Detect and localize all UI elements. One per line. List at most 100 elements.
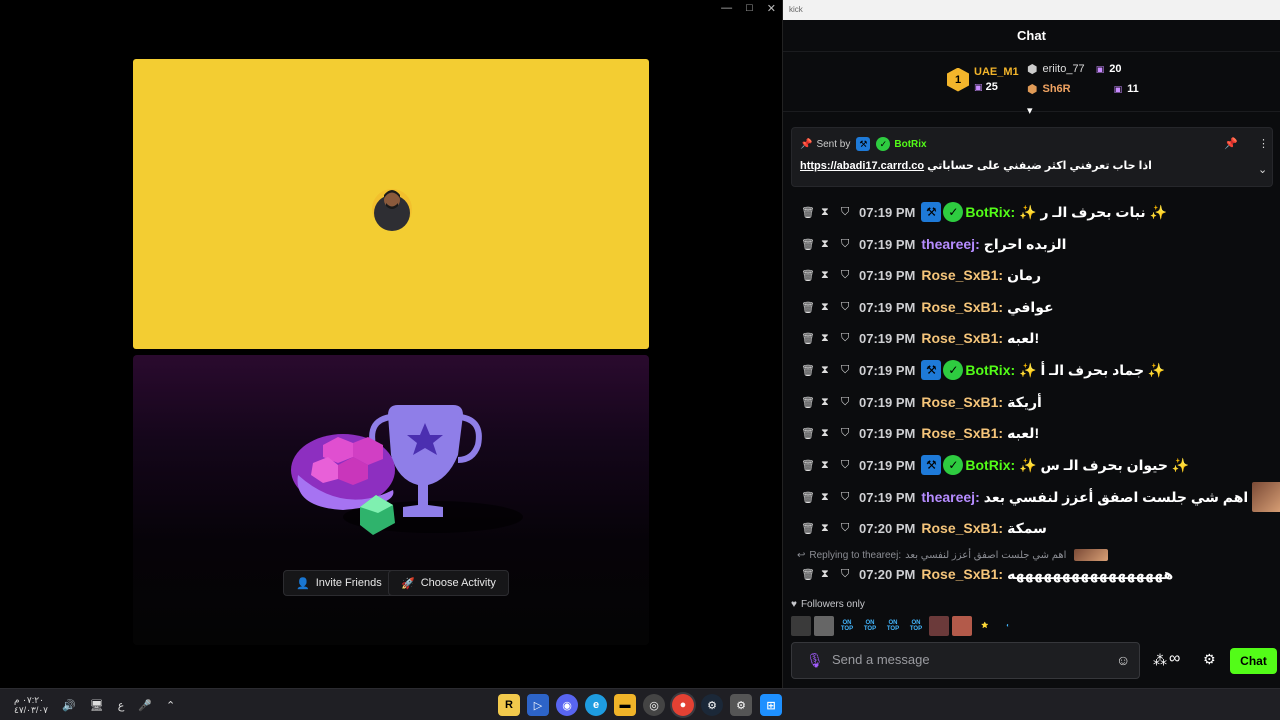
message-username[interactable]: BotRix: <box>965 204 1015 220</box>
close-icon[interactable]: ✕ <box>767 2 776 15</box>
message-username[interactable]: Rose_SxB1: <box>921 394 1003 410</box>
message-username[interactable]: Rose_SxB1: <box>921 267 1003 283</box>
timeout-icon[interactable]: ⧗ <box>821 522 841 535</box>
clock[interactable]: ٠٧:٢٠ م ٤٧/٠٣/٠٧ <box>14 695 48 715</box>
points-icon[interactable]: ⁂ <box>1153 652 1167 669</box>
timeout-icon[interactable]: ⧗ <box>821 206 841 219</box>
file-explorer-icon[interactable]: ▬ <box>614 694 636 716</box>
timeout-icon[interactable]: ⧗ <box>821 238 841 251</box>
delete-icon[interactable]: 🗑 <box>801 491 821 504</box>
timeout-icon[interactable]: ⧗ <box>821 568 841 581</box>
leaderboard-second[interactable]: ⬢ eriito_77 ▣ 20 <box>1027 62 1121 76</box>
chat-message-row[interactable]: 🗑 ⧗ ⛉ 07:19 PM ⚒ ✓ BotRix: ✨ نبات بحرف الـ ر ✨ <box>801 200 1167 224</box>
quick-emote[interactable]: ON TOP <box>837 616 857 636</box>
quick-emote[interactable]: ON TOP <box>860 616 880 636</box>
quick-emote[interactable]: ON TOP <box>883 616 903 636</box>
delete-icon[interactable]: 🗑 <box>801 269 821 282</box>
microphone-icon[interactable]: 🎙 <box>806 652 824 669</box>
pinned-sender-name[interactable]: BotRix <box>894 139 926 150</box>
quick-emote[interactable] <box>929 616 949 636</box>
choose-activity-button[interactable]: 🚀 Choose Activity <box>388 570 509 596</box>
edge-app-icon[interactable]: e <box>585 694 607 716</box>
volume-icon[interactable]: 🔊 <box>62 699 76 712</box>
chat-message-row[interactable]: 🗑 ⧗ ⛉ 07:19 PM Rose_SxB1: رمان <box>801 263 1041 287</box>
gear-icon[interactable]: ⚙ <box>1203 651 1216 668</box>
emoji-icon[interactable]: ☺ <box>1116 652 1130 668</box>
microphone-icon[interactable]: 🎤 <box>138 699 152 712</box>
shield-icon[interactable]: ⛉ <box>841 568 855 581</box>
windows-start-icon[interactable]: ⊞ <box>760 694 782 716</box>
chat-message-row[interactable]: 🗑 ⧗ ⛉ 07:19 PM Rose_SxB1: عوافي <box>801 295 1054 319</box>
steam-app-icon[interactable]: ⚙ <box>701 694 723 716</box>
language-indicator[interactable]: ع <box>118 699 125 712</box>
chevron-down-icon[interactable]: ⌄ <box>1258 163 1267 176</box>
quick-emote[interactable]: ON TOP <box>906 616 926 636</box>
shield-icon[interactable]: ⛉ <box>841 269 855 282</box>
message-username[interactable]: Rose_SxB1: <box>921 520 1003 536</box>
shield-icon[interactable]: ⛉ <box>841 301 855 314</box>
timeout-icon[interactable]: ⧗ <box>821 396 841 409</box>
settings-app-icon[interactable]: ⚙ <box>730 694 752 716</box>
message-username[interactable]: BotRix: <box>965 457 1015 473</box>
shield-icon[interactable]: ⛉ <box>841 206 855 219</box>
chat-message-row[interactable]: 🗑 ⧗ ⛉ 07:20 PM Rose_SxB1: هههههههههههههههههه <box>801 562 1173 586</box>
maximize-icon[interactable]: □ <box>746 2 753 14</box>
leaderboard-first[interactable]: 1 UAE_M1 ▣ 25 <box>947 66 1019 93</box>
delete-icon[interactable]: 🗑 <box>801 301 821 314</box>
discord-app-icon[interactable]: ◉ <box>556 694 578 716</box>
timeout-icon[interactable]: ⧗ <box>821 269 841 282</box>
delete-icon[interactable]: 🗑 <box>801 568 821 581</box>
chat-message-row[interactable]: 🗑 ⧗ ⛉ 07:19 PM ⚒ ✓ BotRix: ✨ حيوان بحرف الـ س ✨ <box>801 453 1189 477</box>
invite-friends-button[interactable]: 👤 Invite Friends <box>283 570 395 596</box>
chat-message-row[interactable]: 🗑 ⧗ ⛉ 07:19 PM Rose_SxB1: أريكة <box>801 390 1042 414</box>
unpin-icon[interactable]: 📌 <box>1224 137 1238 150</box>
message-username[interactable]: theareej: <box>921 489 979 505</box>
chat-message-row[interactable]: 🗑 ⧗ ⛉ 07:19 PM theareej: الزبده احراج <box>801 232 1066 256</box>
chrome-app-icon[interactable]: ● <box>672 694 694 716</box>
message-username[interactable]: Rose_SxB1: <box>921 425 1003 441</box>
shield-icon[interactable]: ⛉ <box>841 491 855 504</box>
quick-emote[interactable] <box>814 616 834 636</box>
delete-icon[interactable]: 🗑 <box>801 332 821 345</box>
shield-icon[interactable]: ⛉ <box>841 364 855 377</box>
minimize-icon[interactable]: — <box>721 2 732 14</box>
timeout-icon[interactable]: ⧗ <box>821 301 841 314</box>
more-options-icon[interactable]: ⋮ <box>1258 137 1269 150</box>
delete-icon[interactable]: 🗑 <box>801 459 821 472</box>
delete-icon[interactable]: 🗑 <box>801 206 821 219</box>
send-chat-button[interactable]: Chat <box>1230 648 1277 674</box>
message-username[interactable]: Rose_SxB1: <box>921 566 1003 582</box>
pinned-link[interactable]: https://abadi17.carrd.co <box>800 160 924 172</box>
leaderboard-third[interactable]: ⬢ Sh6R ▣ 11 <box>1027 82 1139 96</box>
quick-emote[interactable]: ◐ <box>998 616 1018 636</box>
message-username[interactable]: Rose_SxB1: <box>921 330 1003 346</box>
shield-icon[interactable]: ⛉ <box>841 238 855 251</box>
app-icon[interactable]: ▷ <box>527 694 549 716</box>
chat-message-row[interactable]: 🗑 ⧗ ⛉ 07:19 PM Rose_SxB1: لعبه! <box>801 421 1039 445</box>
chevron-up-icon[interactable]: ⌃ <box>166 699 175 712</box>
chat-message-row[interactable]: 🗑 ⧗ ⛉ 07:19 PM Rose_SxB1: لعبه! <box>801 326 1039 350</box>
chat-message-row[interactable]: 🗑 ⧗ ⛉ 07:19 PM ⚒ ✓ BotRix: ✨ جماد بحرف الـ أ ✨ <box>801 358 1165 382</box>
delete-icon[interactable]: 🗑 <box>801 396 821 409</box>
collapse-leaderboard-icon[interactable]: ▾ <box>1027 104 1033 117</box>
reply-context[interactable]: ↩ Replying to theareej: اهم شي جلست اصفق… <box>797 549 1109 561</box>
delete-icon[interactable]: 🗑 <box>801 427 821 440</box>
message-username[interactable]: theareej: <box>921 236 979 252</box>
message-username[interactable]: BotRix: <box>965 362 1015 378</box>
timeout-icon[interactable]: ⧗ <box>821 459 841 472</box>
rockstar-app-icon[interactable]: R <box>498 694 520 716</box>
quick-emote[interactable]: ⭐ <box>975 616 995 636</box>
timeout-icon[interactable]: ⧗ <box>821 364 841 377</box>
timeout-icon[interactable]: ⧗ <box>821 427 841 440</box>
timeout-icon[interactable]: ⧗ <box>821 332 841 345</box>
chat-message-row[interactable]: 🗑 ⧗ ⛉ 07:20 PM Rose_SxB1: سمكة <box>801 516 1047 540</box>
quick-emote[interactable] <box>952 616 972 636</box>
shield-icon[interactable]: ⛉ <box>841 459 855 472</box>
chat-message-input[interactable] <box>832 652 1102 667</box>
delete-icon[interactable]: 🗑 <box>801 522 821 535</box>
shield-icon[interactable]: ⛉ <box>841 332 855 345</box>
shield-icon[interactable]: ⛉ <box>841 396 855 409</box>
shield-icon[interactable]: ⛉ <box>841 427 855 440</box>
delete-icon[interactable]: 🗑 <box>801 364 821 377</box>
quick-emote[interactable] <box>791 616 811 636</box>
